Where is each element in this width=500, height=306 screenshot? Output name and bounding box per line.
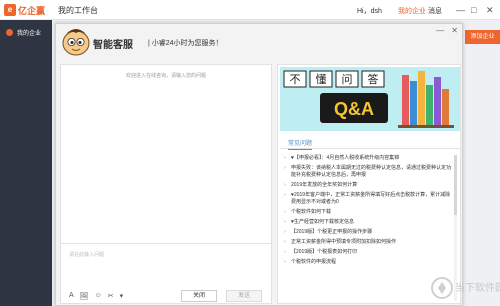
- chevron-right-icon: ›: [284, 182, 286, 188]
- banner-qa-text: Q&A: [334, 99, 374, 119]
- my-corp-link[interactable]: 我的企业: [398, 6, 426, 16]
- faq-pane: 不 懂 问 答 Q&A 常见问题 › ♥【申报必看】：4月自然人税收系统升级内容…: [277, 64, 461, 304]
- chat-subtitle: | 小睿24小时为您服务！: [148, 40, 223, 47]
- screenshot-icon[interactable]: ✂: [108, 292, 114, 300]
- faq-text: 【2019版】个税报表如何打印: [291, 249, 358, 255]
- faq-item[interactable]: › 个税软件的申报流程: [284, 259, 454, 266]
- input-divider: [61, 243, 271, 244]
- close-button[interactable]: ✕: [486, 4, 494, 16]
- watermark-logo-icon: 当下软件园: [431, 277, 500, 299]
- faq-item[interactable]: › ♥生产经营如何下载核定信息: [284, 219, 454, 226]
- faq-item[interactable]: › 【2019版】个税报表如何打印: [284, 249, 454, 256]
- chat-title: 智能客服: [93, 40, 133, 51]
- mascot-avatar-icon: [62, 29, 90, 56]
- add-corp-button[interactable]: 添加企业: [465, 30, 500, 44]
- maximize-button[interactable]: □: [471, 4, 476, 16]
- scrollbar-thumb[interactable]: [454, 155, 457, 215]
- banner-char-3: 问: [342, 73, 353, 86]
- chevron-right-icon: ›: [284, 239, 286, 245]
- chevron-right-icon: ›: [284, 249, 286, 255]
- sidebar-item-label: 我的企业: [17, 30, 42, 37]
- app-root: e 亿企赢 我的工作台 Hi，dsh 我的企业 消息 — □ ✕ 我的企业 添加…: [0, 0, 500, 306]
- messages-link[interactable]: 消息: [428, 6, 442, 16]
- faq-text: 个税软件如何下载: [291, 209, 332, 215]
- image-icon[interactable]: 🖼: [80, 292, 89, 300]
- faq-item[interactable]: › 2019年发放的全年奖如何计算: [284, 182, 454, 189]
- faq-text: 个税软件的申报流程: [291, 259, 337, 265]
- close-chat-button[interactable]: 关闭: [181, 290, 217, 302]
- font-icon[interactable]: A: [69, 292, 74, 300]
- chat-header: 智能客服 | 小睿24小时为您服务！ — ✕: [56, 24, 462, 62]
- sidebar: 我的企业: [0, 20, 52, 306]
- banner-char-2: 懂: [316, 73, 327, 86]
- chevron-right-icon: ›: [284, 209, 286, 215]
- chevron-right-icon: ›: [284, 155, 286, 161]
- chevron-right-icon: ›: [284, 259, 286, 265]
- faq-text: 正常工资薪金所得中预填专项附加扣除如何操作: [291, 239, 397, 245]
- message-input[interactable]: 请在此输入问题: [69, 251, 104, 258]
- faq-item[interactable]: › 【2019版】个税更正申报的操作步骤: [284, 229, 454, 236]
- dropdown-icon[interactable]: ▾: [120, 292, 124, 300]
- faq-item[interactable]: › ♥2019年客户端中，正常工资薪金所得填写好后点击税款计算，累计减除费用显示不…: [284, 192, 454, 206]
- faq-text: ♥【申报必看】：4月自然人税收系统升级内容集锦: [291, 155, 400, 161]
- chat-minimize-button[interactable]: —: [436, 26, 444, 35]
- workbench-title: 我的工作台: [58, 6, 98, 15]
- chat-pane: 欢迎进入在线咨询，请输入您的问题 请在此输入问题 A 🖼 ☺ ✂ ▾ 关闭 发送: [60, 64, 272, 304]
- logo-text: 亿企赢: [18, 5, 46, 16]
- send-button[interactable]: 发送: [226, 290, 262, 302]
- faq-text: ♥生产经营如何下载核定信息: [291, 219, 354, 225]
- watermark: 当下软件园: [430, 270, 500, 306]
- faq-text: 申报失败：该纳税人本属期无过的税费种认定信息，请通过税费种认定功能补充税费种认定…: [291, 165, 452, 178]
- logo: e 亿企赢: [4, 3, 45, 17]
- banner-char-4: 答: [368, 72, 379, 86]
- chat-close-button[interactable]: ✕: [451, 26, 458, 35]
- chevron-right-icon: ›: [284, 219, 286, 225]
- faq-item[interactable]: › 申报失败：该纳税人本属期无过的税费种认定信息，请通过税费种认定功能补充税费种认…: [284, 165, 454, 179]
- faq-item[interactable]: › ♥【申报必看】：4月自然人税收系统升级内容集锦: [284, 155, 454, 162]
- logo-icon: e: [4, 4, 16, 16]
- faq-text: ♥2019年客户端中，正常工资薪金所得填写好后点击税款计算，累计减除费用显示不对…: [291, 192, 451, 205]
- faq-list: › ♥【申报必看】：4月自然人税收系统升级内容集锦 › 申报失败：该纳税人本属期无过…: [284, 155, 454, 269]
- chat-window-controls: — ✕: [436, 26, 458, 35]
- welcome-text: 欢迎进入在线咨询，请输入您的问题: [125, 73, 206, 79]
- qa-banner-art: 不 懂 问 答 Q&A: [280, 67, 460, 131]
- faq-divider: [280, 148, 460, 149]
- watermark-text: 当下软件园: [455, 281, 500, 294]
- chevron-right-icon: ›: [284, 192, 286, 198]
- qa-banner: 不 懂 问 答 Q&A: [280, 67, 460, 131]
- input-toolbar: A 🖼 ☺ ✂ ▾: [69, 292, 123, 300]
- faq-text: 【2019版】个税更正申报的操作步骤: [291, 229, 373, 235]
- faq-item[interactable]: › 个税软件如何下载: [284, 209, 454, 216]
- faq-item[interactable]: › 正常工资薪金所得中预填专项附加扣除如何操作: [284, 239, 454, 246]
- chevron-right-icon: ›: [284, 229, 286, 235]
- minimize-button[interactable]: —: [456, 4, 465, 16]
- faq-text: 2019年发放的全年奖如何计算: [291, 182, 358, 188]
- banner-char-1: 不: [290, 74, 301, 86]
- chevron-right-icon: ›: [284, 165, 286, 171]
- chat-window: 智能客服 | 小睿24小时为您服务！ — ✕ 欢迎进入在线咨询，请输入您的问题 …: [55, 23, 463, 306]
- corp-icon: [6, 28, 13, 36]
- top-bar: e 亿企赢 我的工作台 Hi，dsh 我的企业 消息 — □ ✕: [0, 0, 500, 20]
- user-greeting[interactable]: Hi，dsh: [357, 6, 382, 16]
- sidebar-item-my-corp[interactable]: 我的企业: [0, 24, 52, 40]
- emoji-icon[interactable]: ☺: [95, 292, 102, 300]
